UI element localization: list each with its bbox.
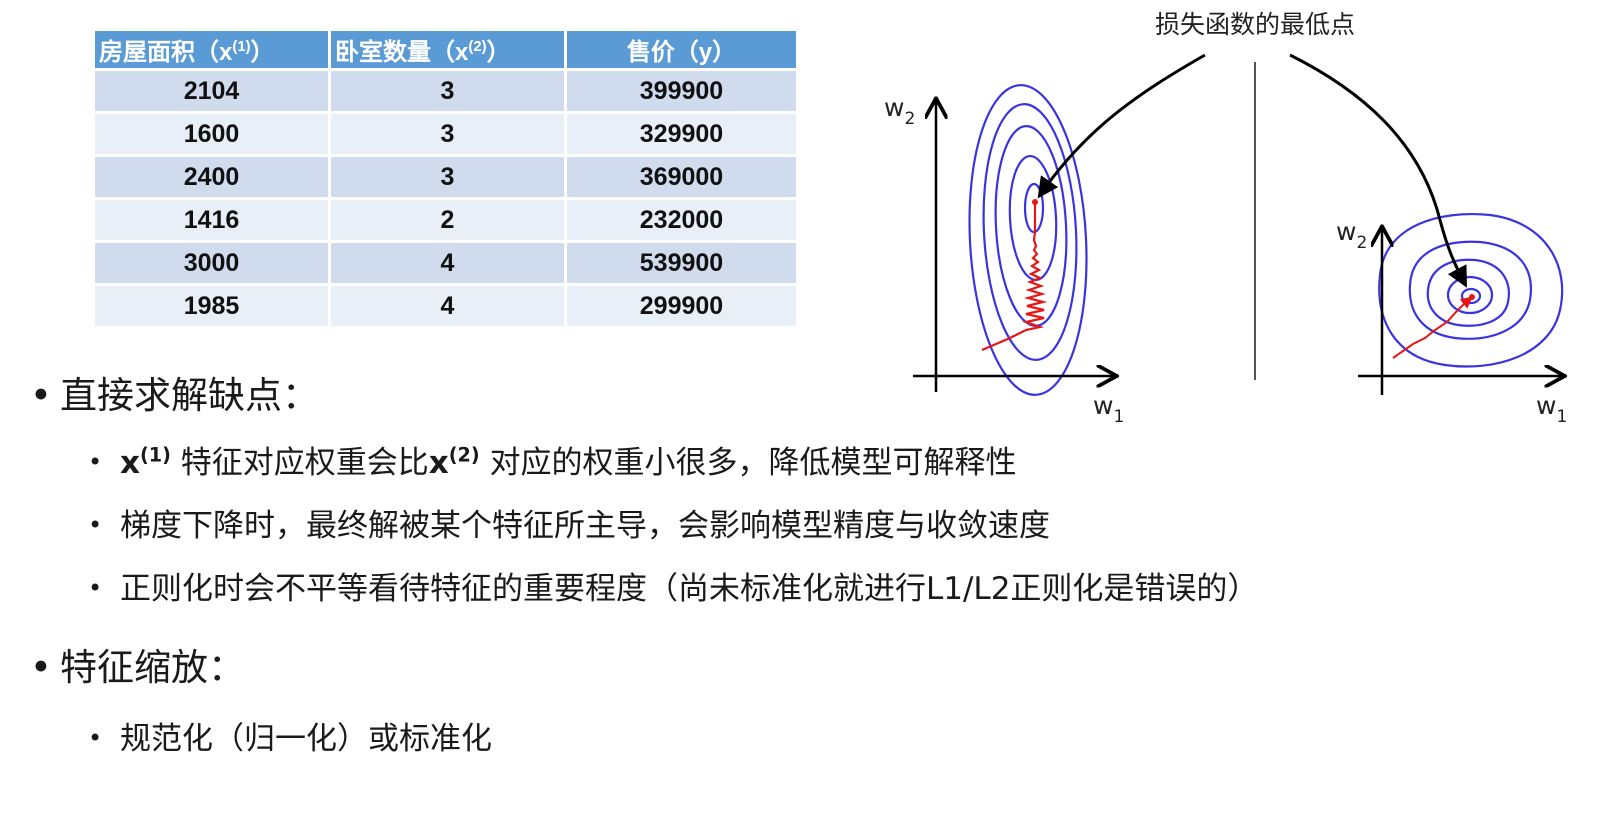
left-contour-rings [968,84,1088,396]
bullet-item-gradient-descent: • 梯度下降时，最终解被某个特征所主导，会影响模型精度与收敛速度 [88,508,1050,544]
bullet-dot: • [88,511,103,539]
bullet-item-interpretability: • x(1) 特征对应权重会比x(2) 对应的权重小很多，降低模型可解释性 [88,443,1017,481]
left-annotation-arrow [1037,53,1206,199]
right-minimum-dot [1469,294,1475,300]
right-y-axis-label: w2 [1336,217,1367,253]
bullet-dot: • [30,374,52,417]
right-contour-rings [1378,213,1564,368]
heading-text: 特征缩放： [60,646,245,689]
bullet-dot: • [30,646,52,689]
heading-feature-scaling: • 特征缩放： [30,637,245,691]
contour-ring [1008,154,1058,282]
left-y-axis-label: w2 [884,93,915,129]
heading-direct-solve-drawbacks: • 直接求解缺点： [30,365,319,419]
right-contour-plot: w2 w1 [1289,53,1567,427]
bullet-dot: • [88,724,103,752]
bullet-item-normalization: • 规范化（归一化）或标准化 [88,721,492,757]
left-descent-path [981,203,1048,352]
contour-ring [968,84,1088,396]
contour-ring [1378,213,1564,368]
left-minimum-dot [1032,199,1038,205]
right-annotation-arrow [1289,53,1467,288]
bullet-item-regularization: • 正则化时会不平等看待特征的重要程度（尚未标准化就进行L1/L2正则化是错误的） [88,571,1259,607]
bullet-dot: • [88,574,103,602]
right-x-axis-label: w1 [1536,391,1567,427]
bullet-dot: • [88,448,103,476]
minimum-point-annotation: 损失函数的最低点 [1155,10,1355,39]
left-x-axis-label: w1 [1093,391,1124,427]
heading-text: 直接求解缺点： [60,374,319,417]
left-contour-plot: w2 w1 [884,53,1206,427]
right-descent-path [1392,296,1473,359]
contour-ring [1426,258,1510,327]
